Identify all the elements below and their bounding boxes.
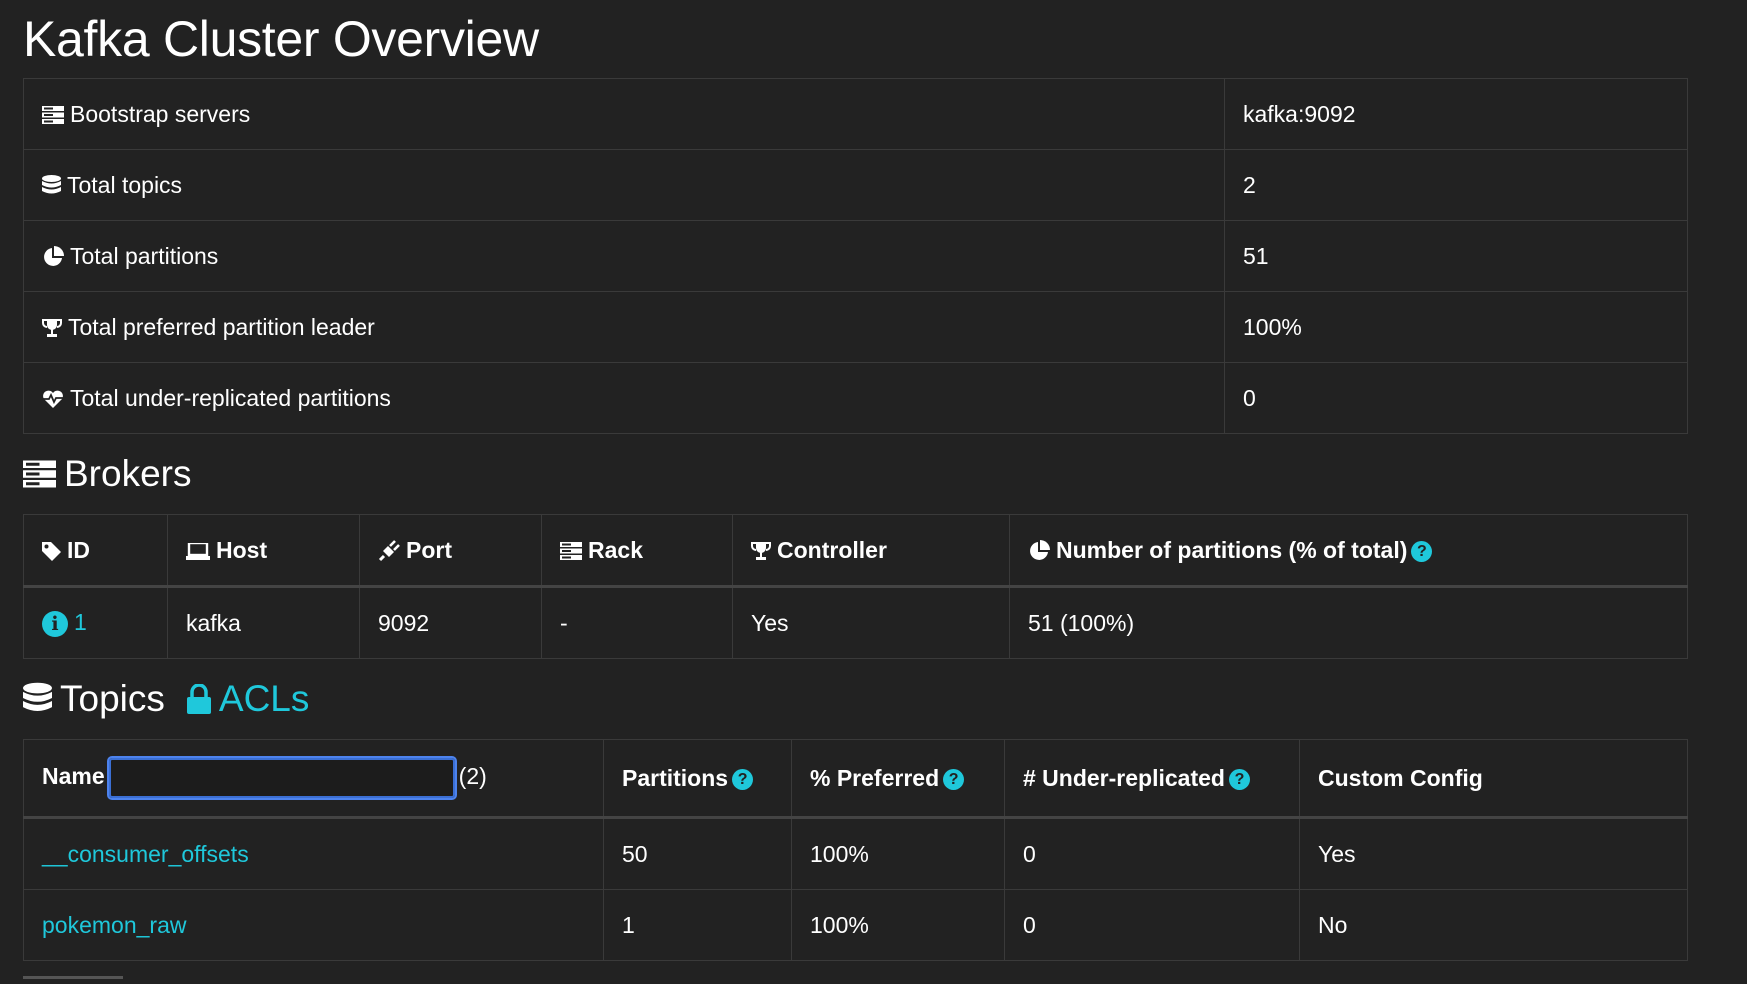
overview-row-topics: Total topics 2: [23, 149, 1688, 221]
topic-partitions: 1: [603, 889, 792, 961]
acls-link-text[interactable]: ACLs: [219, 678, 309, 720]
column-header-rack[interactable]: Rack: [541, 514, 733, 588]
column-header-label: Controller: [777, 536, 887, 563]
page: Kafka Cluster Overview Bootstrap servers…: [0, 0, 1747, 979]
server-icon: [23, 460, 56, 488]
column-header-custom-config[interactable]: Custom Config: [1299, 739, 1688, 819]
pie-chart-icon: [1028, 540, 1050, 562]
column-header-label: ID: [67, 536, 90, 563]
overview-label: Total topics: [67, 171, 183, 198]
trophy-icon: [751, 541, 771, 561]
column-header-label: Rack: [588, 536, 643, 563]
column-header-label: Name: [42, 763, 105, 790]
overview-row-bootstrap: Bootstrap servers kafka:9092: [23, 78, 1688, 150]
topic-preferred: 100%: [791, 889, 1005, 961]
table-row: i1 kafka 9092 - Yes 51 (100%): [23, 586, 1688, 659]
column-header-name: Name (2): [23, 739, 604, 819]
column-header-label: Port: [406, 536, 452, 563]
column-header-port[interactable]: Port: [359, 514, 542, 588]
column-header-partitions[interactable]: Number of partitions (% of total)?: [1009, 514, 1688, 588]
overview-value: kafka:9092: [1224, 78, 1688, 150]
topics-heading: Topics ACLs: [23, 659, 1724, 739]
column-header-preferred[interactable]: % Preferred?: [791, 739, 1005, 819]
overview-value: 0: [1224, 362, 1688, 434]
table-row: pokemon_raw 1 100% 0 No: [23, 889, 1688, 961]
help-icon[interactable]: ?: [943, 768, 965, 790]
topic-count: (2): [458, 763, 487, 790]
overview-row-partitions: Total partitions 51: [23, 220, 1688, 292]
plug-icon: [378, 540, 400, 562]
laptop-icon: [186, 542, 210, 560]
overview-label: Total under-replicated partitions: [70, 384, 391, 411]
overview-label: Bootstrap servers: [70, 100, 251, 127]
topic-partitions: 50: [603, 817, 792, 890]
help-icon[interactable]: ?: [732, 768, 754, 790]
acls-link[interactable]: ACLs: [186, 678, 309, 720]
topic-under-replicated: 0: [1004, 889, 1300, 961]
divider: [23, 976, 123, 979]
broker-id-cell[interactable]: i1: [23, 586, 168, 659]
brokers-table: ID Host Port Rack Controller Number of p…: [23, 514, 1688, 659]
trophy-icon: [42, 318, 62, 338]
column-header-controller[interactable]: Controller: [732, 514, 1010, 588]
database-icon: [23, 682, 52, 717]
database-icon: [42, 175, 61, 197]
page-title: Kafka Cluster Overview: [23, 11, 539, 67]
topic-under-replicated: 0: [1004, 817, 1300, 890]
broker-id-link[interactable]: 1: [74, 609, 87, 635]
column-header-label: % Preferred: [810, 764, 940, 791]
column-header-label: Custom Config: [1318, 764, 1483, 791]
topic-custom-config: Yes: [1299, 817, 1688, 890]
broker-rack: -: [541, 586, 733, 659]
overview-value: 51: [1224, 220, 1688, 292]
broker-port: 9092: [359, 586, 542, 659]
brokers-heading-text: Brokers: [64, 453, 192, 494]
broker-partitions: 51 (100%): [1009, 586, 1688, 659]
help-icon[interactable]: ?: [1411, 540, 1433, 562]
topic-filter-input[interactable]: [106, 756, 457, 800]
column-header-label: Host: [216, 536, 268, 563]
column-header-id[interactable]: ID: [23, 514, 168, 588]
topic-custom-config: No: [1299, 889, 1688, 961]
column-header-under-replicated[interactable]: # Under-replicated?: [1004, 739, 1300, 819]
pie-chart-icon: [42, 246, 64, 268]
column-header-label: Partitions: [622, 764, 729, 791]
brokers-header-row: ID Host Port Rack Controller Number of p…: [23, 514, 1688, 588]
column-header-host[interactable]: Host: [167, 514, 360, 588]
overview-row-under-replicated: Total under-replicated partitions 0: [23, 362, 1688, 434]
info-icon[interactable]: i: [42, 610, 68, 637]
overview-value: 100%: [1224, 291, 1688, 363]
server-icon: [42, 106, 64, 125]
broker-controller: Yes: [732, 586, 1010, 659]
overview-table: Bootstrap servers kafka:9092 Total topic…: [23, 78, 1688, 434]
tag-icon: [42, 541, 61, 561]
topic-preferred: 100%: [791, 817, 1005, 890]
column-header-partitions[interactable]: Partitions?: [603, 739, 792, 819]
overview-row-preferred-leader: Total preferred partition leader 100%: [23, 291, 1688, 363]
overview-label: Total preferred partition leader: [68, 313, 375, 340]
topic-link[interactable]: pokemon_raw: [42, 912, 186, 938]
column-header-label: # Under-replicated: [1023, 764, 1225, 791]
table-row: __consumer_offsets 50 100% 0 Yes: [23, 817, 1688, 890]
topics-heading-text: Topics: [60, 678, 165, 719]
help-icon[interactable]: ?: [1228, 768, 1250, 790]
server-icon: [560, 542, 582, 561]
column-header-label: Number of partitions (% of total): [1056, 536, 1408, 563]
brokers-heading: Brokers: [23, 434, 1724, 514]
lock-icon: [186, 684, 211, 714]
overview-label: Total partitions: [70, 242, 219, 269]
heartbeat-icon: [42, 389, 64, 409]
broker-host: kafka: [167, 586, 360, 659]
topics-header-row: Name (2) Partitions? % Preferred? # Under…: [23, 739, 1688, 819]
topic-link[interactable]: __consumer_offsets: [42, 841, 249, 867]
topics-table: Name (2) Partitions? % Preferred? # Under…: [23, 739, 1688, 961]
overview-value: 2: [1224, 149, 1688, 221]
